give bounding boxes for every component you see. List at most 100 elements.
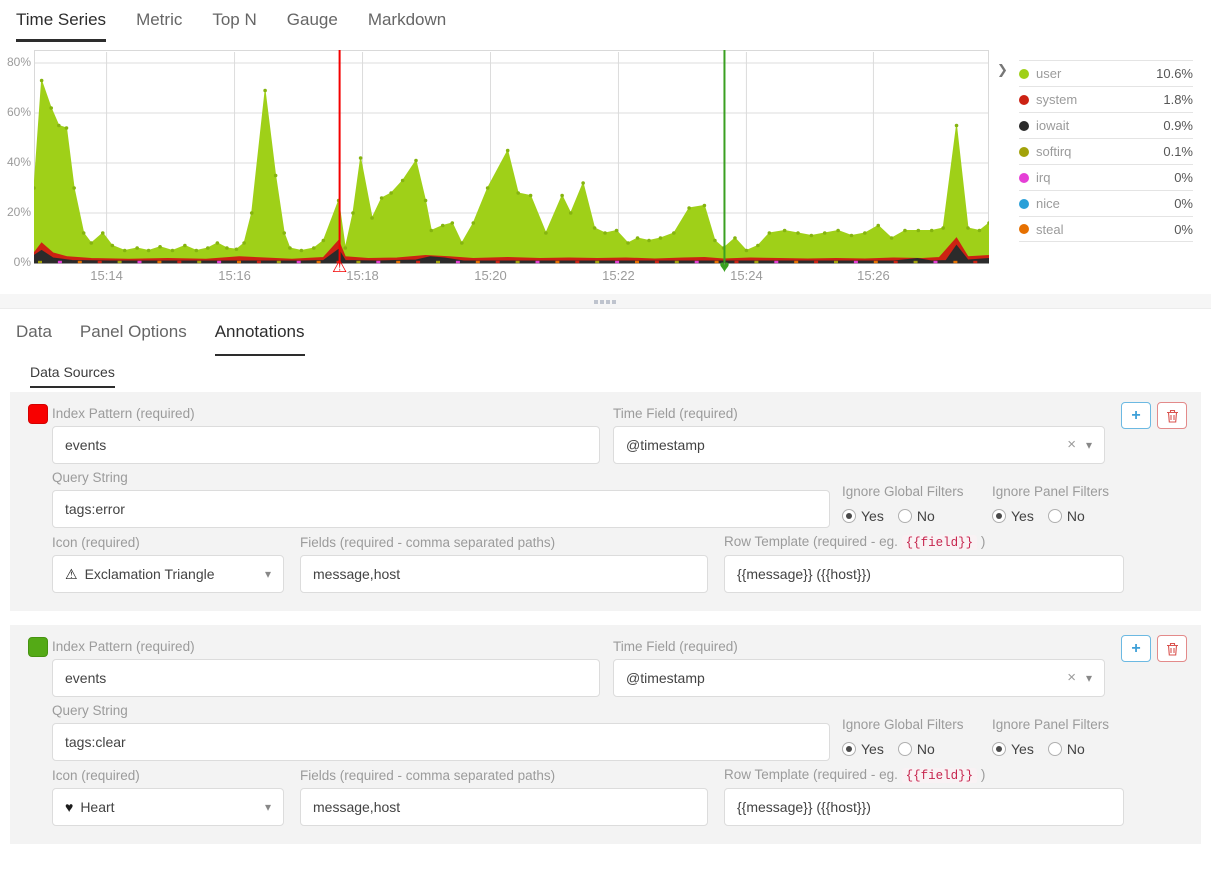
radio-option-no[interactable]: No	[898, 508, 935, 524]
radio-option-no[interactable]: No	[1048, 741, 1085, 757]
series-value: 0.9%	[1163, 118, 1193, 133]
x-tick-label: 15:16	[218, 268, 251, 283]
ignore-global-filters-label: Ignore Global Filters	[842, 717, 992, 732]
chart-legend: ❯ user10.6%system1.8%iowait0.9%softirq0.…	[989, 50, 1211, 294]
resize-handle[interactable]	[0, 294, 1211, 309]
x-tick-label: 15:20	[474, 268, 507, 283]
legend-row-iowait[interactable]: iowait0.9%	[1019, 112, 1193, 138]
grip-dots-icon	[606, 300, 610, 304]
tab-annotations[interactable]: Annotations	[215, 322, 305, 356]
clear-icon[interactable]: ×	[1067, 660, 1076, 696]
color-swatch[interactable]	[28, 404, 48, 424]
series-color-dot	[1019, 69, 1029, 79]
y-tick-label: 80%	[7, 55, 31, 69]
series-color-dot	[1019, 121, 1029, 131]
fields-input[interactable]: message,host	[300, 555, 708, 593]
radio-option-yes[interactable]: Yes	[992, 741, 1034, 757]
series-color-dot	[1019, 199, 1029, 209]
delete-source-button[interactable]	[1157, 635, 1187, 662]
time-field-select[interactable]: @timestamp × ▾	[613, 426, 1105, 464]
x-tick-label: 15:18	[346, 268, 379, 283]
annotation-source-panel: + Index Pattern (required) events Time F…	[10, 625, 1201, 844]
time-field-select[interactable]: @timestamp × ▾	[613, 659, 1105, 697]
clear-annotation-marker[interactable]: ♥	[719, 258, 729, 275]
legend-collapse-chevron[interactable]: ❯	[997, 62, 1008, 78]
color-swatch[interactable]	[28, 637, 48, 657]
trash-icon	[1166, 642, 1179, 656]
ignore-panel-filters-radio: Yes No	[992, 737, 1162, 761]
query-string-label: Query String	[52, 703, 830, 718]
icon-select[interactable]: ♥ Heart ▾	[52, 788, 284, 826]
row-template-input[interactable]: {{message}} ({{host}})	[724, 555, 1124, 593]
trash-icon	[1166, 409, 1179, 423]
tab-gauge[interactable]: Gauge	[287, 10, 338, 42]
query-string-label: Query String	[52, 470, 830, 485]
row-template-input[interactable]: {{message}} ({{host}})	[724, 788, 1124, 826]
icon-select[interactable]: ⚠ Exclamation Triangle ▾	[52, 555, 284, 593]
chevron-down-icon: ▾	[1086, 427, 1092, 463]
ignore-panel-filters-radio: Yes No	[992, 504, 1162, 528]
legend-row-steal[interactable]: steal0%	[1019, 216, 1193, 242]
fields-input[interactable]: message,host	[300, 788, 708, 826]
fields-label: Fields (required - comma separated paths…	[300, 768, 708, 783]
tab-data-sources[interactable]: Data Sources	[30, 364, 115, 388]
tab-markdown[interactable]: Markdown	[368, 10, 446, 42]
time-field-label: Time Field (required)	[613, 639, 1105, 654]
area-chart[interactable]	[34, 50, 989, 265]
series-value: 0%	[1174, 196, 1193, 211]
ignore-panel-filters-label: Ignore Panel Filters	[992, 484, 1162, 499]
x-tick-label: 15:26	[857, 268, 890, 283]
ignore-global-filters-radio: Yes No	[842, 737, 992, 761]
index-pattern-label: Index Pattern (required)	[52, 406, 600, 421]
x-tick-label: 15:24	[730, 268, 763, 283]
field-code-chip: {{field}}	[902, 535, 978, 550]
ignore-global-filters-label: Ignore Global Filters	[842, 484, 992, 499]
legend-row-user[interactable]: user10.6%	[1019, 60, 1193, 86]
tab-top-n[interactable]: Top N	[212, 10, 256, 42]
tab-panel-options[interactable]: Panel Options	[80, 322, 187, 356]
radio-option-yes[interactable]: Yes	[992, 508, 1034, 524]
series-value: 0%	[1174, 222, 1193, 237]
radio-option-yes[interactable]: Yes	[842, 741, 884, 757]
tsvb-editor: Time Series Metric Top N Gauge Markdown 80% 6…	[0, 0, 1211, 844]
legend-row-nice[interactable]: nice0%	[1019, 190, 1193, 216]
tab-metric[interactable]: Metric	[136, 10, 182, 42]
y-tick-label: 20%	[7, 205, 31, 219]
error-annotation-marker[interactable]: ⚠	[332, 258, 347, 275]
series-name: steal	[1036, 222, 1174, 237]
add-source-button[interactable]: +	[1121, 402, 1151, 429]
visualization-type-tabs: Time Series Metric Top N Gauge Markdown	[0, 0, 1211, 42]
editor-section-tabs: Data Panel Options Annotations	[0, 309, 1211, 356]
add-source-button[interactable]: +	[1121, 635, 1151, 662]
series-value: 10.6%	[1156, 66, 1193, 81]
radio-option-no[interactable]: No	[1048, 508, 1085, 524]
delete-source-button[interactable]	[1157, 402, 1187, 429]
clear-icon[interactable]: ×	[1067, 427, 1076, 463]
radio-option-no[interactable]: No	[898, 741, 935, 757]
ignore-panel-filters-label: Ignore Panel Filters	[992, 717, 1162, 732]
x-tick-label: 15:22	[602, 268, 635, 283]
series-value: 0.1%	[1163, 144, 1193, 159]
query-string-input[interactable]: tags:error	[52, 490, 830, 528]
legend-row-softirq[interactable]: softirq0.1%	[1019, 138, 1193, 164]
query-string-input[interactable]: tags:clear	[52, 723, 830, 761]
time-field-label: Time Field (required)	[613, 406, 1105, 421]
series-name: softirq	[1036, 144, 1163, 159]
series-name: nice	[1036, 196, 1174, 211]
index-pattern-input[interactable]: events	[52, 659, 600, 697]
legend-row-irq[interactable]: irq0%	[1019, 164, 1193, 190]
series-name: iowait	[1036, 118, 1163, 133]
legend-row-system[interactable]: system1.8%	[1019, 86, 1193, 112]
tab-data[interactable]: Data	[16, 322, 52, 356]
radio-option-yes[interactable]: Yes	[842, 508, 884, 524]
y-tick-label: 60%	[7, 105, 31, 119]
series-color-dot	[1019, 173, 1029, 183]
series-color-dot	[1019, 95, 1029, 105]
timeseries-plot[interactable]	[34, 50, 989, 265]
index-pattern-input[interactable]: events	[52, 426, 600, 464]
exclamation-triangle-icon: ⚠	[65, 556, 78, 592]
chevron-down-icon: ▾	[1086, 660, 1092, 696]
tab-time-series[interactable]: Time Series	[16, 10, 106, 42]
y-tick-label: 40%	[7, 155, 31, 169]
series-value: 0%	[1174, 170, 1193, 185]
